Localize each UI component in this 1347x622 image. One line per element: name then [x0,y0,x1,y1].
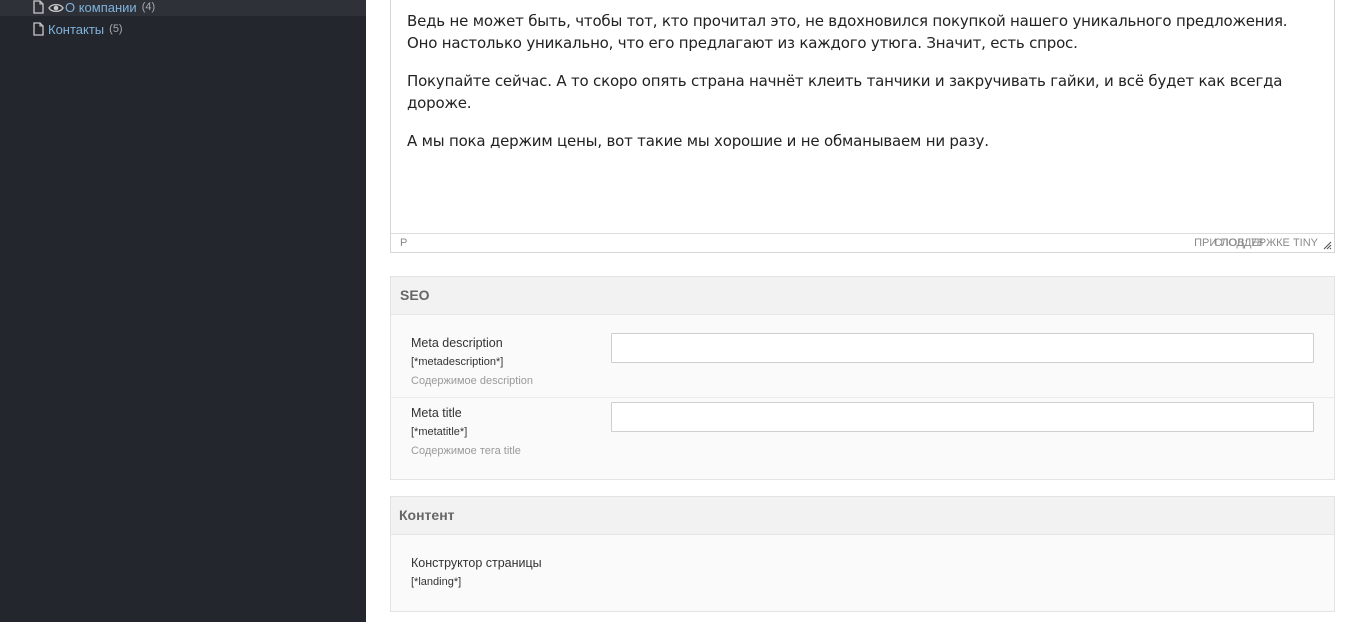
rich-text-editor[interactable]: Ведь не может быть, чтобы тот, кто прочи… [390,0,1335,253]
editor-paragraph[interactable]: Покупайте сейчас. А то скоро опять стран… [407,70,1318,114]
editor-statusbar: P СЛОВ: 78 ПРИ ПОДДЕРЖКЕ TINY [391,233,1334,252]
field-name: Meta description [411,336,503,350]
field-meta-title: Meta title [*metatitle*] Содержимое тега… [391,398,1334,480]
editor-paragraph[interactable]: Ведь не может быть, чтобы тот, кто прочи… [407,10,1318,54]
editor-paragraph[interactable]: А мы пока держим цены, вот такие мы хоро… [407,130,1318,152]
document-icon [33,0,44,14]
document-icon [33,22,44,36]
resize-handle-icon[interactable] [1323,241,1332,250]
seo-panel: SEO Meta description [*metadescription*]… [390,276,1335,480]
meta-title-input[interactable] [611,402,1314,432]
tree-item-contacts[interactable]: Контакты (5) [33,20,123,38]
editor-body[interactable]: Ведь не может быть, чтобы тот, кто прочи… [391,0,1334,152]
field-landing: Конструктор страницы [*landing*] [391,536,1334,612]
eye-icon[interactable] [48,1,64,13]
field-hint: Содержимое тега title [411,445,521,457]
tree-item-label[interactable]: О компании [65,0,137,15]
field-name: Meta title [411,406,462,420]
field-name: Конструктор страницы [411,556,542,570]
tree-item-count: (4) [141,1,156,13]
content-panel-title: Контент [391,497,1334,535]
main-content: Ведь не может быть, чтобы тот, кто прочи… [366,0,1347,622]
field-hint: Содержимое description [411,375,534,387]
field-label-group: Meta title [*metatitle*] Содержимое тега… [411,406,521,457]
tree-item-count: (5) [109,23,123,35]
field-tag: [*metatitle*] [411,426,468,438]
tree-item-label[interactable]: Контакты [48,22,104,37]
powered-by-link[interactable]: ПРИ ПОДДЕРЖКЕ TINY [1194,237,1318,249]
field-label-group: Конструктор страницы [*landing*] [411,556,542,595]
field-meta-description: Meta description [*metadescription*] Сод… [391,316,1334,398]
field-tag: [*landing*] [411,576,462,588]
seo-panel-title: SEO [391,277,1334,315]
tree-item-about[interactable]: О компании (4) [0,0,366,16]
sidebar: О компании (4) Контакты (5) [0,0,366,622]
meta-description-input[interactable] [611,333,1314,363]
field-label-group: Meta description [*metadescription*] Сод… [411,336,533,387]
element-path[interactable]: P [400,237,407,249]
content-panel: Контент Конструктор страницы [*landing*] [390,496,1335,612]
field-tag: [*metadescription*] [411,356,504,368]
